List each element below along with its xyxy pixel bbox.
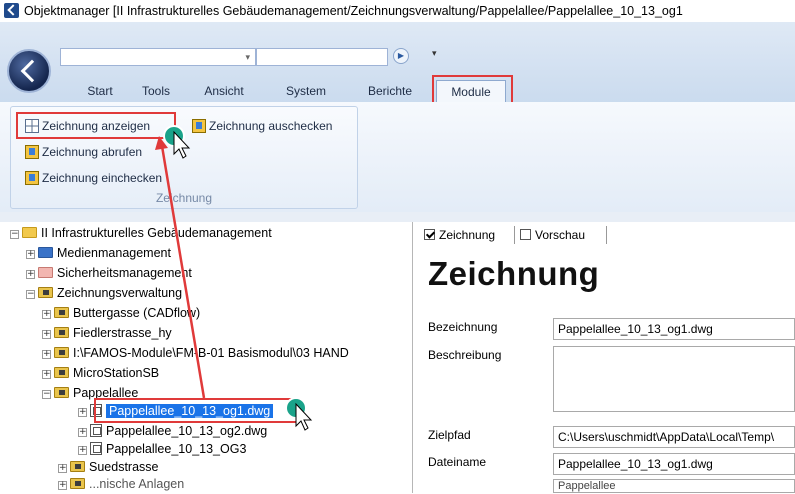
annotation-arrow-line [160, 145, 206, 399]
annotation-overlay [155, 125, 313, 431]
